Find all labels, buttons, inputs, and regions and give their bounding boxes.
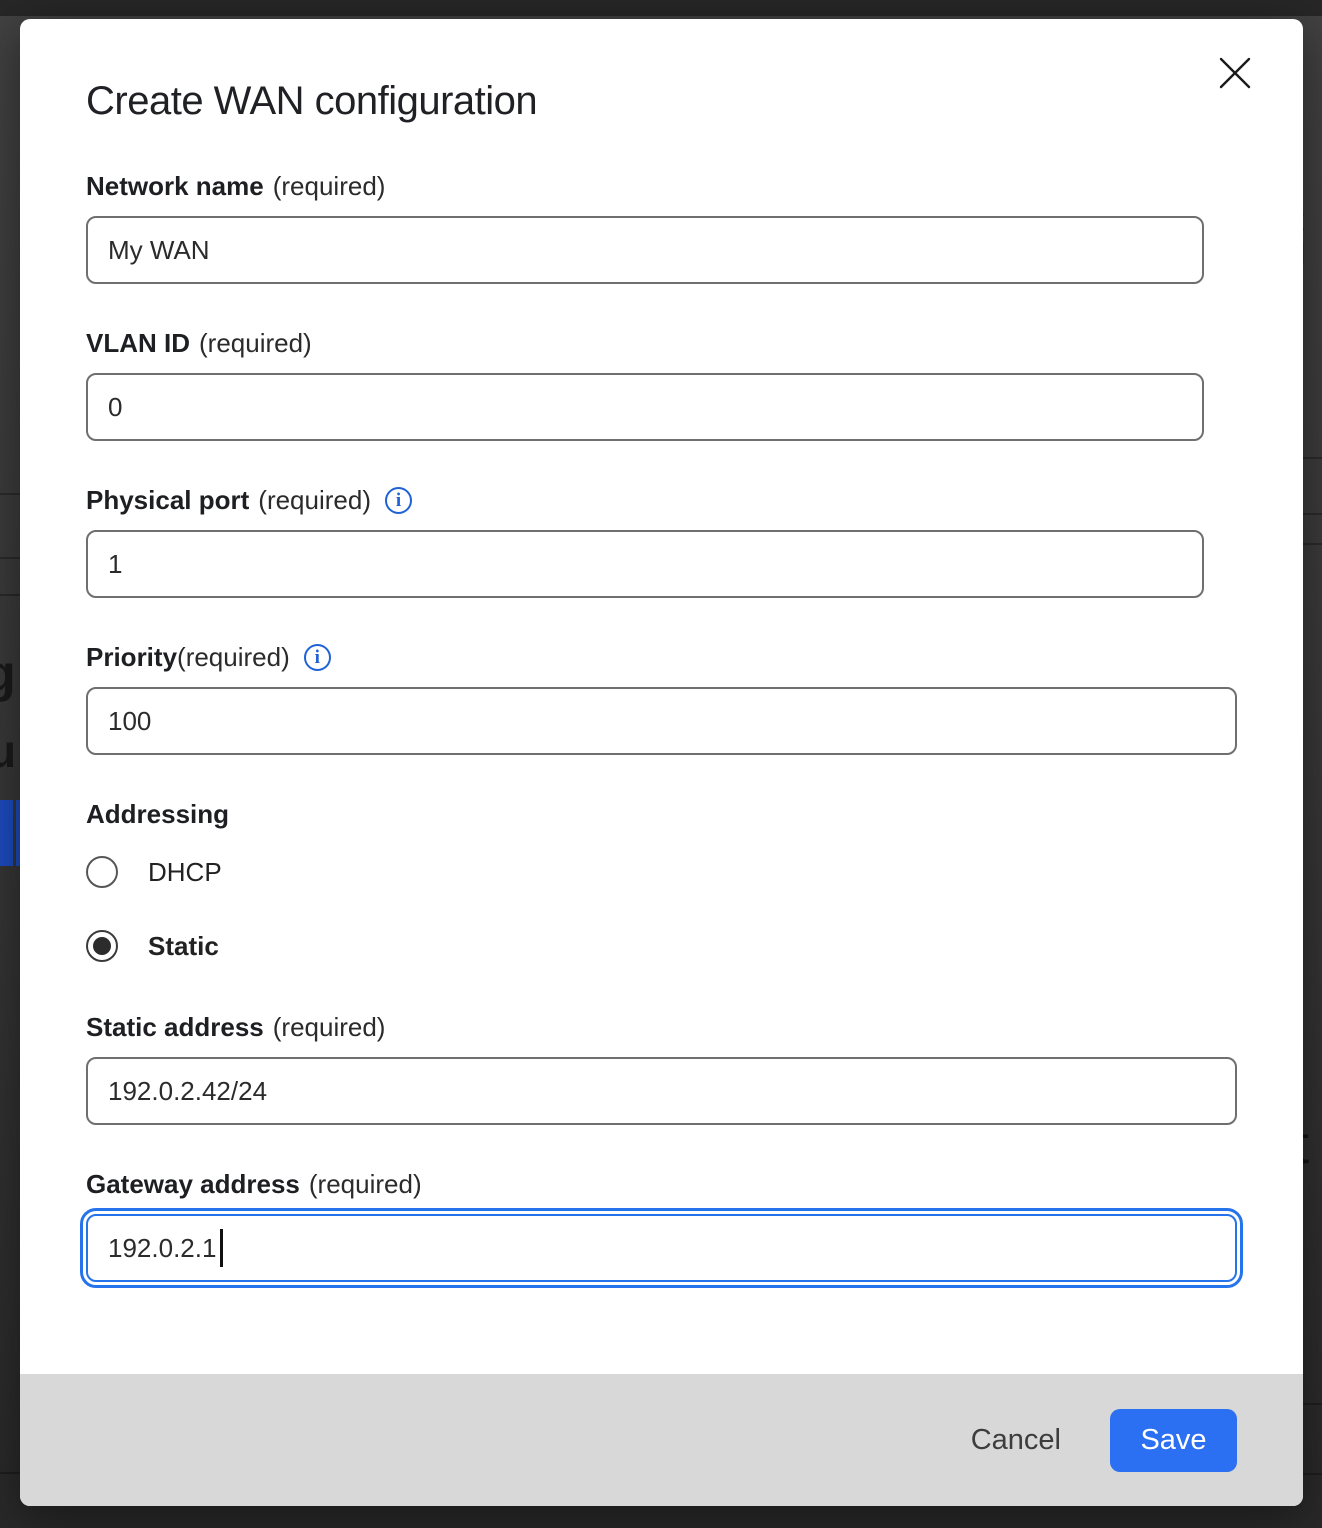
physical-port-input[interactable] (86, 530, 1204, 598)
background-table-line (1303, 457, 1322, 459)
addressing-group: Addressing DHCP Static (86, 799, 1237, 962)
required-hint: (required) (177, 642, 290, 673)
close-button[interactable] (1215, 53, 1255, 93)
vlan-id-input[interactable] (86, 373, 1204, 441)
static-address-label: Static address (86, 1012, 264, 1043)
background-table-line (1303, 543, 1322, 545)
page-title: Create WAN configuration (86, 77, 1237, 125)
background-clipped-text: u (0, 728, 16, 774)
dialog-footer: Cancel Save (20, 1374, 1303, 1506)
save-button[interactable]: Save (1110, 1409, 1237, 1472)
radio-label-dhcp: DHCP (148, 857, 222, 888)
field-static-address: Static address (required) (86, 1012, 1237, 1125)
gateway-address-input[interactable] (86, 1214, 1237, 1282)
gateway-address-label: Gateway address (86, 1169, 300, 1200)
required-hint: (required) (309, 1169, 422, 1200)
background-clipped-button (0, 800, 13, 866)
required-hint: (required) (273, 1012, 386, 1043)
vlan-id-label: VLAN ID (86, 328, 190, 359)
field-vlan-id: VLAN ID (required) (86, 328, 1237, 441)
info-icon[interactable]: i (304, 644, 331, 671)
background-table-line (1303, 1403, 1322, 1405)
field-physical-port: Physical port (required) i (86, 485, 1237, 598)
priority-input[interactable] (86, 687, 1237, 755)
background-table-line (0, 1472, 20, 1474)
radio-option-dhcp[interactable]: DHCP (86, 856, 1237, 888)
field-network-name: Network name (required) (86, 171, 1237, 284)
background-clipped-text: g (0, 648, 16, 700)
background-table-line (0, 594, 20, 596)
network-name-input[interactable] (86, 216, 1204, 284)
static-address-input[interactable] (86, 1057, 1237, 1125)
radio-option-static[interactable]: Static (86, 930, 1237, 962)
background-table-line (1303, 513, 1322, 515)
field-gateway-address: Gateway address (required) (86, 1169, 1237, 1282)
text-cursor (220, 1229, 223, 1267)
info-icon[interactable]: i (385, 487, 412, 514)
required-hint: (required) (199, 328, 312, 359)
required-hint: (required) (258, 485, 371, 516)
required-hint: (required) (273, 171, 386, 202)
background-table-line (0, 493, 20, 495)
cancel-button[interactable]: Cancel (971, 1424, 1061, 1457)
create-wan-configuration-dialog: Create WAN configuration Network name (r… (20, 19, 1303, 1506)
background-table-line (0, 557, 20, 559)
addressing-label: Addressing (86, 799, 1237, 830)
close-icon (1218, 56, 1252, 90)
radio-label-static: Static (148, 931, 219, 962)
radio-button-static[interactable] (86, 930, 118, 962)
background-table-line (1303, 1473, 1322, 1475)
physical-port-label: Physical port (86, 485, 249, 516)
overlay-top-strip (0, 0, 1322, 16)
priority-label: Priority (86, 642, 177, 673)
network-name-label: Network name (86, 171, 264, 202)
radio-button-dhcp[interactable] (86, 856, 118, 888)
field-priority: Priority (required) i (86, 642, 1237, 755)
